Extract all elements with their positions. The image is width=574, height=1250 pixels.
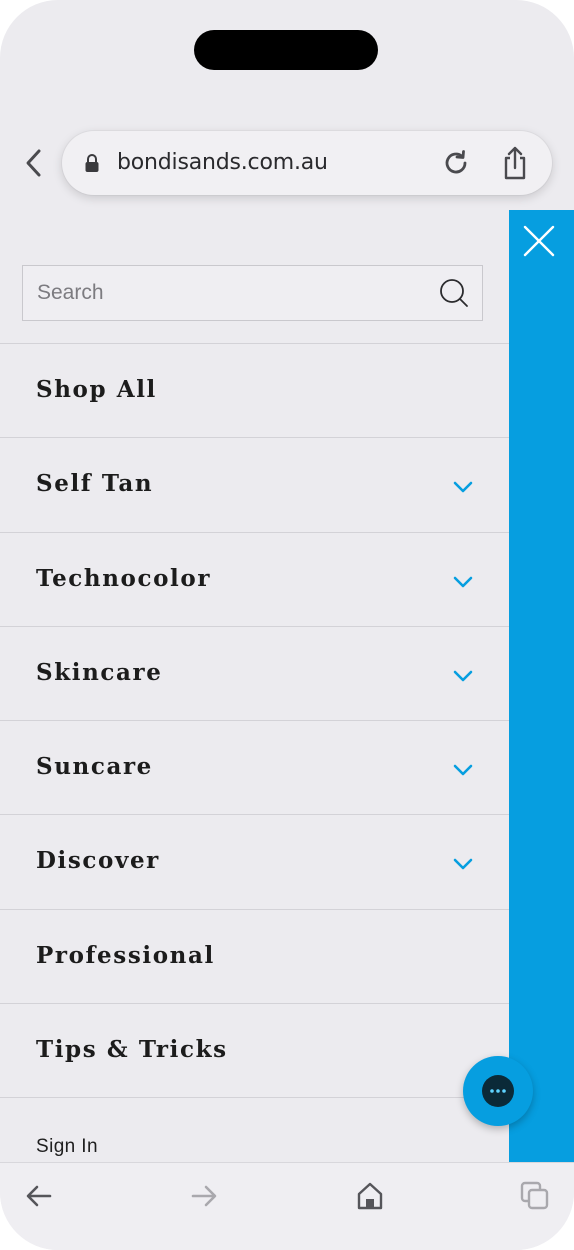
menu-item-skincare[interactable]: Skincare [0, 627, 509, 722]
menu-item-professional[interactable]: Professional [0, 910, 509, 1005]
arrow-left-icon[interactable] [22, 1179, 56, 1213]
chat-button[interactable] [463, 1056, 533, 1126]
url-text: bondisands.com.au [117, 150, 328, 175]
arrow-right-icon[interactable] [187, 1179, 221, 1213]
chevron-down-icon [453, 670, 473, 682]
phone-screen: bondisands.com.au Shop All Self Tan [0, 0, 574, 1250]
menu-item-technocolor[interactable]: Technocolor [0, 533, 509, 627]
menu-item-label: Professional [36, 941, 215, 969]
lock-icon [85, 154, 99, 172]
chevron-left-icon [26, 149, 41, 177]
menu-item-discover[interactable]: Discover [0, 815, 509, 910]
menu-item-label: Tips & Tricks [36, 1036, 228, 1064]
sign-in-link[interactable]: Sign In [36, 1136, 98, 1158]
menu-item-label: Discover [36, 847, 160, 875]
navigation-menu: Shop All Self Tan Technocolor Skincare [0, 210, 509, 1162]
chevron-down-icon [453, 481, 473, 493]
reload-icon[interactable] [440, 147, 472, 179]
search-icon[interactable] [439, 278, 469, 308]
search-box [22, 265, 483, 321]
dynamic-island [194, 30, 378, 70]
menu-list: Shop All Self Tan Technocolor Skincare S… [0, 343, 509, 1099]
menu-item-label: Technocolor [36, 564, 212, 592]
browser-toolbar [0, 1162, 574, 1250]
chat-icon [482, 1075, 514, 1107]
menu-item-shop-all[interactable]: Shop All [0, 344, 509, 439]
share-icon[interactable] [498, 145, 532, 181]
close-icon[interactable] [521, 223, 557, 259]
menu-overlay-panel [509, 210, 574, 1162]
menu-item-suncare[interactable]: Suncare [0, 721, 509, 816]
chevron-down-icon [453, 859, 473, 870]
chevron-down-icon [453, 764, 473, 776]
menu-item-label: Skincare [36, 658, 163, 686]
menu-item-label: Suncare [36, 753, 153, 781]
search-input[interactable] [35, 266, 425, 319]
menu-item-label: Self Tan [36, 470, 154, 498]
home-icon[interactable] [353, 1179, 387, 1213]
menu-item-tips-tricks[interactable]: Tips & Tricks [0, 1004, 509, 1099]
chevron-down-icon [453, 576, 473, 587]
menu-item-label: Shop All [36, 376, 157, 403]
tabs-icon[interactable] [518, 1179, 552, 1213]
browser-back-button[interactable] [18, 146, 50, 180]
menu-item-self-tan[interactable]: Self Tan [0, 438, 509, 533]
address-bar[interactable]: bondisands.com.au [62, 131, 552, 195]
